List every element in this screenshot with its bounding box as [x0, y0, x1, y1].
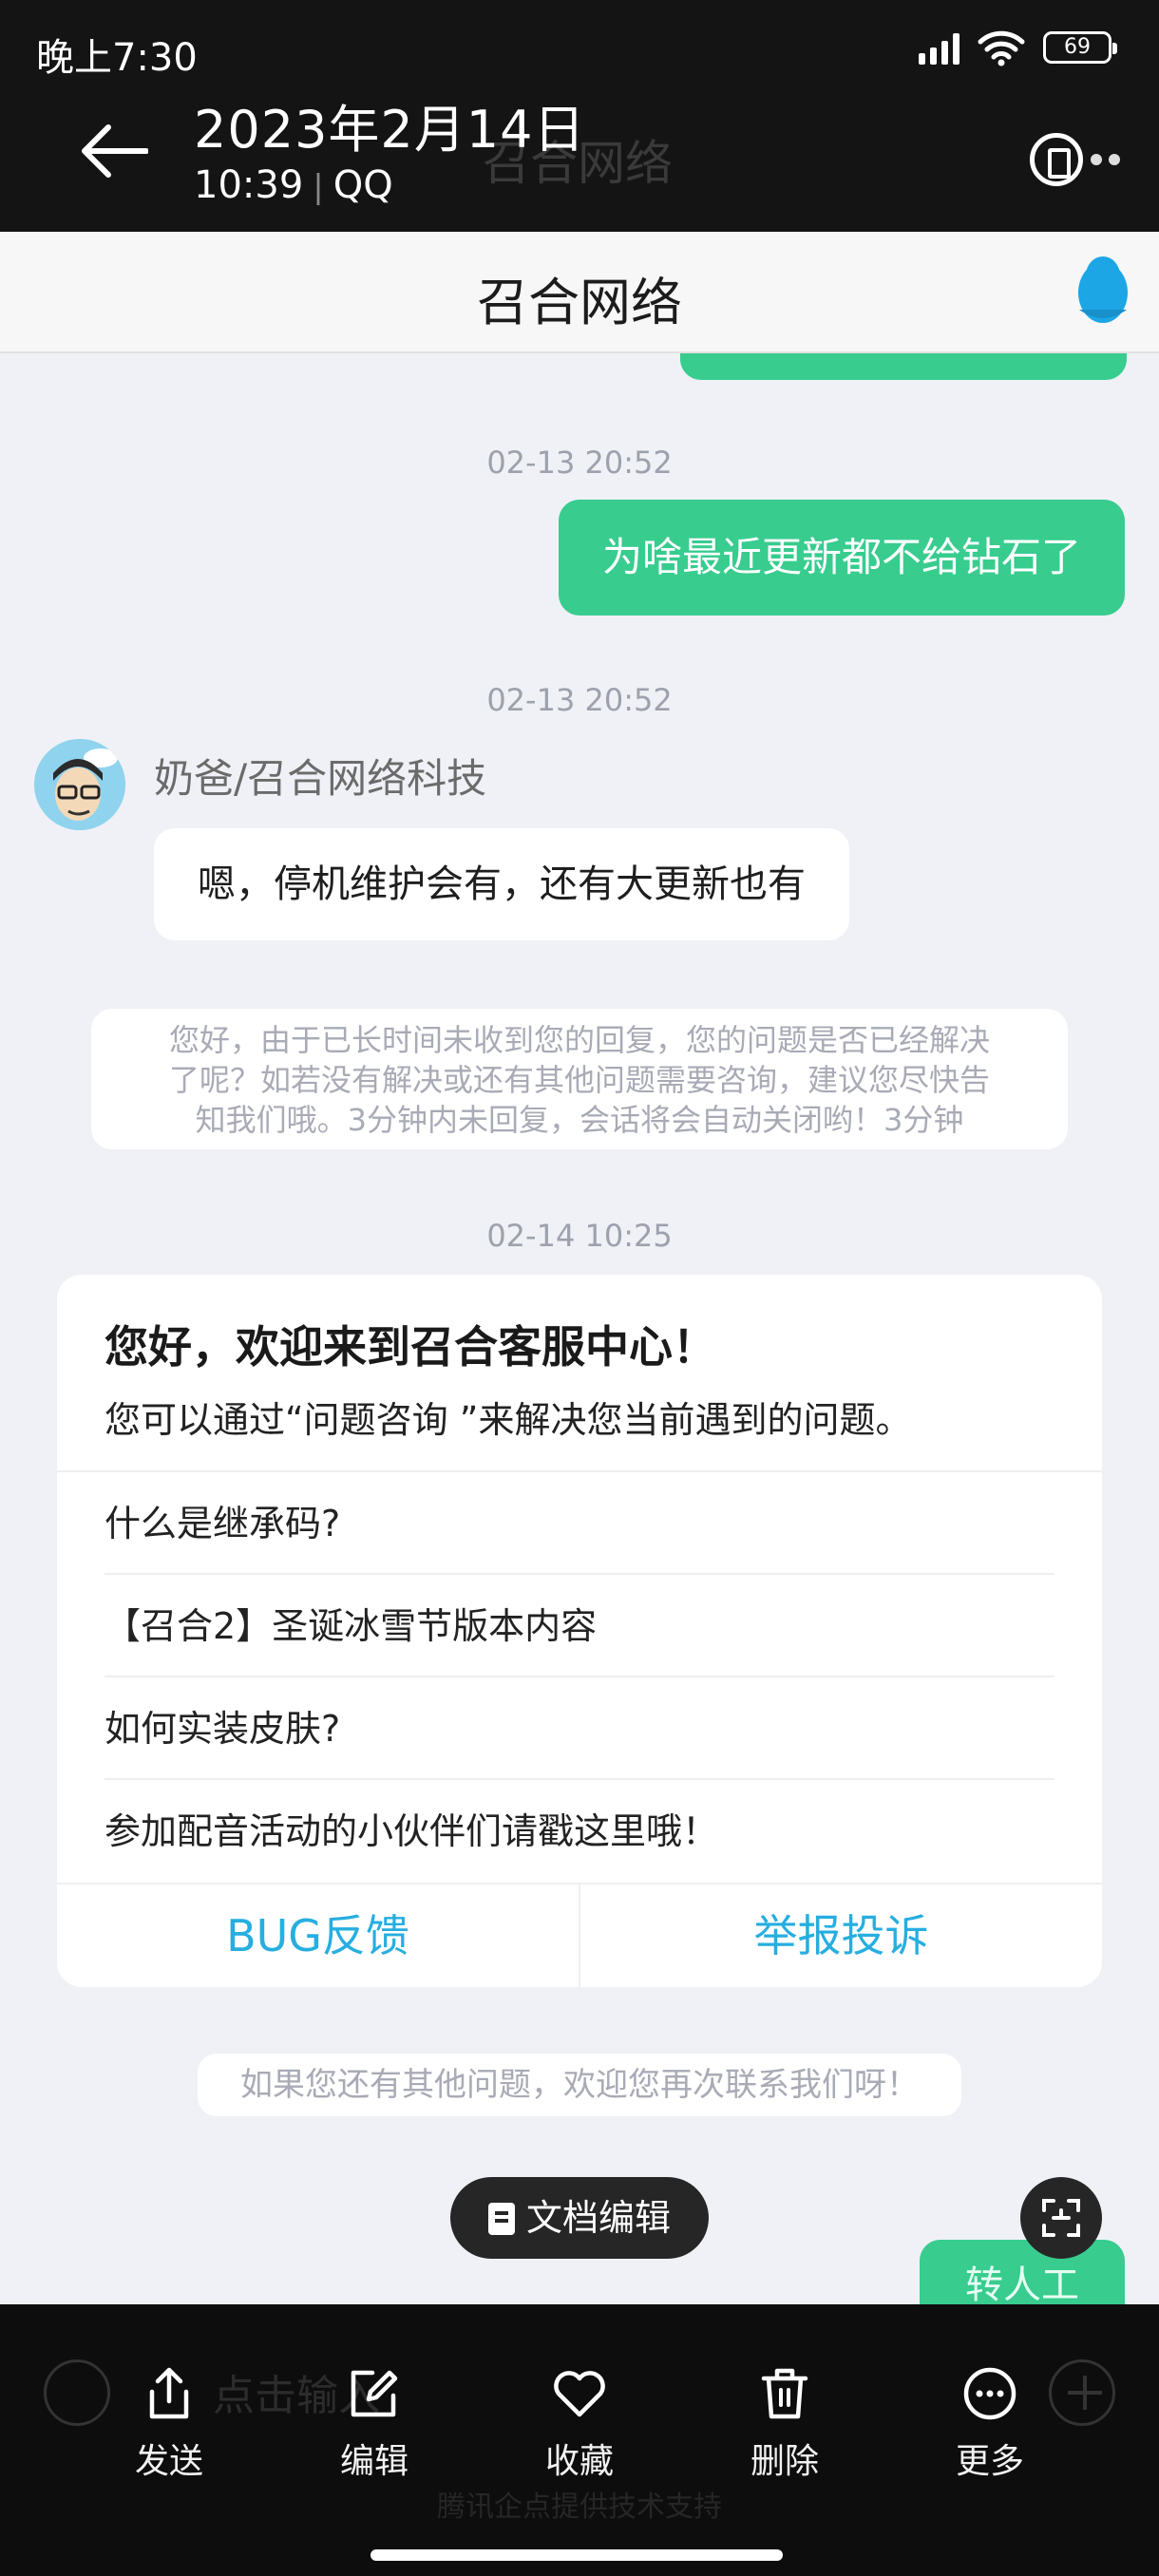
card-title: 您好，欢迎来到召合客服中心！: [104, 1321, 716, 1373]
viewer-time: 10:39 | QQ: [194, 163, 393, 207]
send-button[interactable]: 发送: [93, 2365, 245, 2483]
bug-feedback-button[interactable]: BUG反馈: [57, 1885, 579, 1987]
transfer-to-agent-button[interactable]: 转人工: [920, 2240, 1125, 2306]
outgoing-message[interactable]: 为啥最近更新都不给钻石了: [558, 500, 1125, 616]
ghost-footer-text: 腾讯企点提供技术支持: [437, 2491, 722, 2524]
heart-icon: [554, 2371, 605, 2417]
timestamp: 02-14 10:25: [486, 1218, 673, 1254]
timestamp: 02-13 20:52: [486, 682, 673, 718]
welcome-card: 您好，欢迎来到召合客服中心！ 您可以通过“问题咨询 ”来解决您当前遇到的问题。 …: [57, 1275, 1102, 1987]
faq-item[interactable]: 什么是继承码?: [104, 1472, 1054, 1575]
document-icon: [487, 2203, 515, 2235]
scan-icon: [1042, 2199, 1080, 2237]
incoming-message[interactable]: 嗯，停机维护会有，还有大更新也有: [154, 828, 849, 940]
card-actions: BUG反馈 举报投诉: [57, 1883, 1102, 1987]
status-icons: 69: [919, 28, 1117, 66]
viewer-top-bar: 晚上7:30 69 召合网络 2023年2月14日 10:39 | QQ: [0, 0, 1159, 232]
doc-edit-label: 文档编辑: [525, 2197, 671, 2239]
delete-button[interactable]: 删除: [709, 2365, 861, 2483]
status-time: 晚上7:30: [36, 36, 198, 80]
more-label: 更多: [955, 2442, 1024, 2481]
viewer-date: 2023年2月14日: [194, 100, 586, 160]
partial-message-bubble: [680, 353, 1127, 380]
sender-name: 奶爸/召合网络科技: [154, 755, 487, 802]
card-subtitle: 您可以通过“问题咨询 ”来解决您当前遇到的问题。: [104, 1399, 912, 1441]
favorite-button[interactable]: 收藏: [504, 2365, 656, 2483]
edit-icon: [351, 2370, 398, 2417]
send-label: 发送: [134, 2442, 203, 2481]
rotate-icon[interactable]: [1030, 133, 1083, 186]
delete-label: 删除: [750, 2442, 819, 2481]
timestamp: 02-13 20:52: [486, 445, 673, 481]
signal-icon: [919, 30, 960, 65]
bottom-action-bar: 点击输入 腾讯企点提供技术支持 发送 编辑 收藏 删除 更多: [0, 2304, 1159, 2576]
battery-icon: 69: [1043, 31, 1117, 64]
notice-line: 您好，由于已长时间未收到您的回复，您的问题是否已经解决: [168, 1022, 990, 1058]
chat-title: 召合网络: [477, 273, 682, 332]
scan-text-button[interactable]: [1020, 2177, 1102, 2259]
more-button[interactable]: 更多: [914, 2365, 1066, 2483]
doc-edit-button[interactable]: 文档编辑: [450, 2177, 709, 2259]
viewer-time-value: 10:39: [194, 163, 304, 207]
back-arrow-icon[interactable]: [80, 122, 148, 180]
favorite-label: 收藏: [544, 2442, 614, 2481]
more-dots-icon[interactable]: [1091, 154, 1120, 165]
chat-header: 召合网络: [0, 232, 1159, 353]
notice-line: 了呢？如若没有解决或还有其他问题需要咨询，建议您尽快告: [168, 1062, 990, 1098]
edit-label: 编辑: [339, 2442, 408, 2481]
separator: |: [313, 168, 324, 206]
notice-line: 知我们哦。3分钟内未回复，会话将会自动关闭哟！3分钟: [195, 1102, 964, 1138]
faq-item[interactable]: 【召合2】圣诞冰雪节版本内容: [104, 1575, 1054, 1677]
qq-penguin-icon[interactable]: [1074, 255, 1132, 327]
avatar[interactable]: [34, 739, 125, 830]
home-indicator[interactable]: [370, 2549, 783, 2561]
trash-icon: [761, 2368, 808, 2419]
viewer-source: QQ: [332, 163, 393, 207]
faq-item[interactable]: 如何实装皮肤?: [104, 1677, 1054, 1780]
wifi-icon: [978, 30, 1025, 66]
more-icon: [963, 2367, 1016, 2420]
auto-close-notice: 您好，由于已长时间未收到您的回复，您的问题是否已经解决 了呢？如若没有解决或还有…: [91, 1009, 1068, 1149]
edit-button[interactable]: 编辑: [298, 2365, 450, 2483]
faq-item[interactable]: 参加配音活动的小伙伴们请戳这里哦！: [104, 1780, 1054, 1883]
share-icon: [149, 2367, 189, 2419]
report-complaint-button[interactable]: 举报投诉: [579, 1885, 1102, 1987]
closing-notice: 如果您还有其他问题，欢迎您再次联系我们呀！: [198, 2054, 961, 2116]
